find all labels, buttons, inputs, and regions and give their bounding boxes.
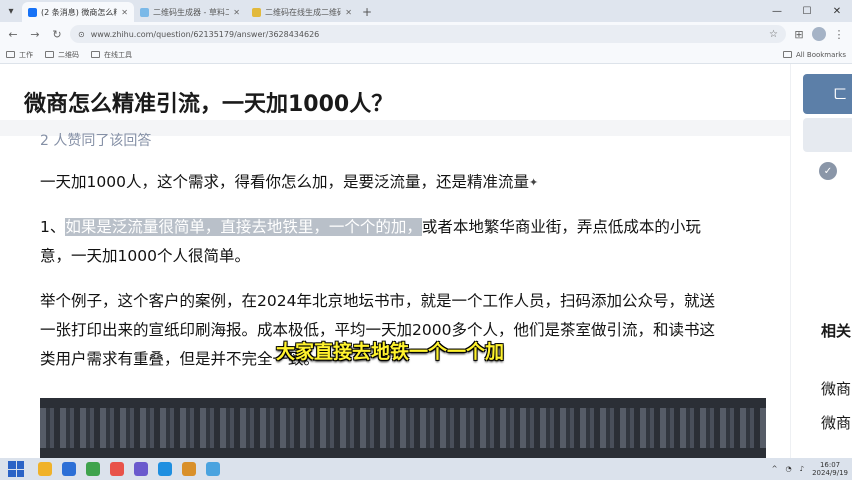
close-tab-icon[interactable]: ✕ — [233, 8, 240, 17]
taskbar-app-icon[interactable] — [158, 462, 172, 476]
folder-icon — [45, 51, 54, 58]
system-tray: ^ ◔ ♪ 16:07 2024/9/19 — [772, 461, 848, 477]
taskbar-app-icon[interactable] — [38, 462, 52, 476]
zhihu-answer-page: 微商怎么精准引流，一天加1000人？ 2 人赞同了该回答 一天加1000人，这个… — [0, 64, 852, 458]
tab-zhihu[interactable]: (2 条消息) 微商怎么精准引流 ✕ — [22, 2, 134, 22]
bookmark-folder-tools[interactable]: 在线工具 — [91, 50, 132, 60]
taskbar-app-icon[interactable] — [206, 462, 220, 476]
bookmark-folder-qr[interactable]: 二维码 — [45, 50, 79, 60]
close-tab-icon[interactable]: ✕ — [121, 8, 128, 17]
tab-title: (2 条消息) 微商怎么精准引流 — [41, 7, 117, 17]
tab-search-icon[interactable]: ▾ — [0, 0, 22, 22]
back-icon[interactable]: ← — [4, 25, 22, 43]
bookmark-label: 工作 — [19, 50, 33, 59]
minimize-icon[interactable]: — — [762, 0, 792, 22]
related-item-2[interactable]: 微商 — [821, 412, 851, 433]
sidebar-pill[interactable] — [803, 118, 852, 152]
windows-taskbar: ^ ◔ ♪ 16:07 2024/9/19 — [0, 458, 852, 480]
selected-text[interactable]: 如果是泛流量很简单，直接去地铁里，一个个的加， — [65, 218, 422, 236]
verified-badge-icon: ✓ — [819, 162, 837, 180]
site-info-icon[interactable]: ⊙ — [78, 30, 85, 39]
tab-qr-generator[interactable]: 二维码生成器 - 草料二维码 ✕ — [134, 2, 246, 22]
reload-icon[interactable]: ↻ — [48, 25, 66, 43]
taskbar-app-icon[interactable] — [62, 462, 76, 476]
browser-toolbar: ← → ↻ ⊙ www.zhihu.com/question/62135179/… — [0, 22, 852, 46]
sidebar-action-button[interactable]: ㄈ — [803, 74, 852, 114]
taskbar-app-icon[interactable] — [110, 462, 124, 476]
p2-line2: 意，一天加1000个人很简单。 — [40, 247, 250, 265]
bookmark-label: 在线工具 — [104, 50, 132, 59]
taskbar-app-icon[interactable] — [86, 462, 100, 476]
folder-icon — [782, 51, 792, 58]
image-blur-content — [40, 408, 766, 448]
right-sidebar: ㄈ ✓ 相关 微商 微商 — [790, 64, 852, 458]
bookmark-label: 二维码 — [58, 50, 79, 59]
taskbar-app-icon[interactable] — [182, 462, 196, 476]
qr-favicon-icon — [140, 7, 149, 17]
browser-tab-strip: ▾ (2 条消息) 微商怎么精准引流 ✕ 二维码生成器 - 草料二维码 ✕ 二维… — [0, 0, 852, 22]
related-item-1[interactable]: 微商 — [821, 378, 851, 399]
extensions-icon[interactable]: ⊞ — [790, 25, 808, 43]
all-bookmarks[interactable]: All Bookmarks — [782, 50, 846, 59]
new-tab-button[interactable]: + — [358, 2, 376, 22]
profile-avatar[interactable] — [812, 27, 826, 41]
qr-online-favicon-icon — [252, 7, 261, 17]
p2-prefix: 1、 — [40, 218, 66, 236]
clock[interactable]: 16:07 2024/9/19 — [812, 461, 848, 477]
folder-icon — [91, 51, 100, 58]
url-text: www.zhihu.com/question/62135179/answer/3… — [90, 29, 320, 39]
tab-title: 二维码生成器 - 草料二维码 — [153, 7, 230, 17]
precise-traffic-link[interactable]: 精准流量 — [467, 173, 529, 191]
taskbar-app-icons — [38, 462, 220, 476]
bookmark-folder-work[interactable]: 工作 — [6, 50, 33, 60]
taskbar-app-icon[interactable] — [134, 462, 148, 476]
question-title[interactable]: 微商怎么精准引流，一天加1000人？ — [24, 86, 393, 118]
p3-line1: 举个例子，这个客户的案例，在2024年北京地坛书市，就是一个工作人员，扫码添加公… — [40, 292, 715, 310]
embedded-image — [40, 398, 766, 458]
menu-dots-icon[interactable]: ⋮ — [830, 25, 848, 43]
all-bookmarks-label: All Bookmarks — [795, 50, 846, 59]
clock-time: 16:07 — [819, 461, 841, 469]
network-icon[interactable]: ◔ — [786, 465, 792, 473]
video-subtitle: 大家直接去地铁一个一个加 — [276, 341, 505, 363]
window-controls: — ☐ ✕ — [762, 0, 852, 22]
folder-icon — [6, 51, 15, 58]
tab-title: 二维码在线生成二维码生成器免费生成网站 — [265, 7, 342, 17]
address-bar[interactable]: ⊙ www.zhihu.com/question/62135179/answer… — [70, 25, 786, 43]
close-window-icon[interactable]: ✕ — [822, 0, 852, 22]
bookmarks-bar: 工作 二维码 在线工具 All Bookmarks — [0, 46, 852, 64]
bookmark-star-icon[interactable]: ☆ — [769, 29, 778, 40]
paragraph-2: 1、如果是泛流量很简单，直接去地铁里，一个个的加，或者本地繁华商业街，弄点低成本… — [40, 213, 780, 271]
start-menu-icon[interactable] — [8, 461, 24, 477]
p1-text: 一天加1000人，这个需求，得看你怎么加，是要泛流量，还是 — [40, 173, 467, 191]
maximize-icon[interactable]: ☐ — [792, 0, 822, 22]
clock-date: 2024/9/19 — [812, 469, 848, 477]
agree-count: 2 人赞同了该回答 — [40, 133, 152, 149]
p2-rest: 或者本地繁华商业街，弄点低成本的小玩 — [421, 218, 701, 236]
tray-chevron-icon[interactable]: ^ — [772, 465, 778, 473]
sparkle-icon: ✦ — [528, 176, 539, 189]
paragraph-1: 一天加1000人，这个需求，得看你怎么加，是要泛流量，还是精准流量✦ — [40, 168, 780, 197]
forward-icon[interactable]: → — [26, 25, 44, 43]
close-tab-icon[interactable]: ✕ — [345, 8, 352, 17]
volume-icon[interactable]: ♪ — [800, 465, 804, 473]
related-heading: 相关 — [821, 322, 852, 340]
tab-qr-online[interactable]: 二维码在线生成二维码生成器免费生成网站 ✕ — [246, 2, 358, 22]
zhihu-favicon-icon — [28, 7, 37, 17]
